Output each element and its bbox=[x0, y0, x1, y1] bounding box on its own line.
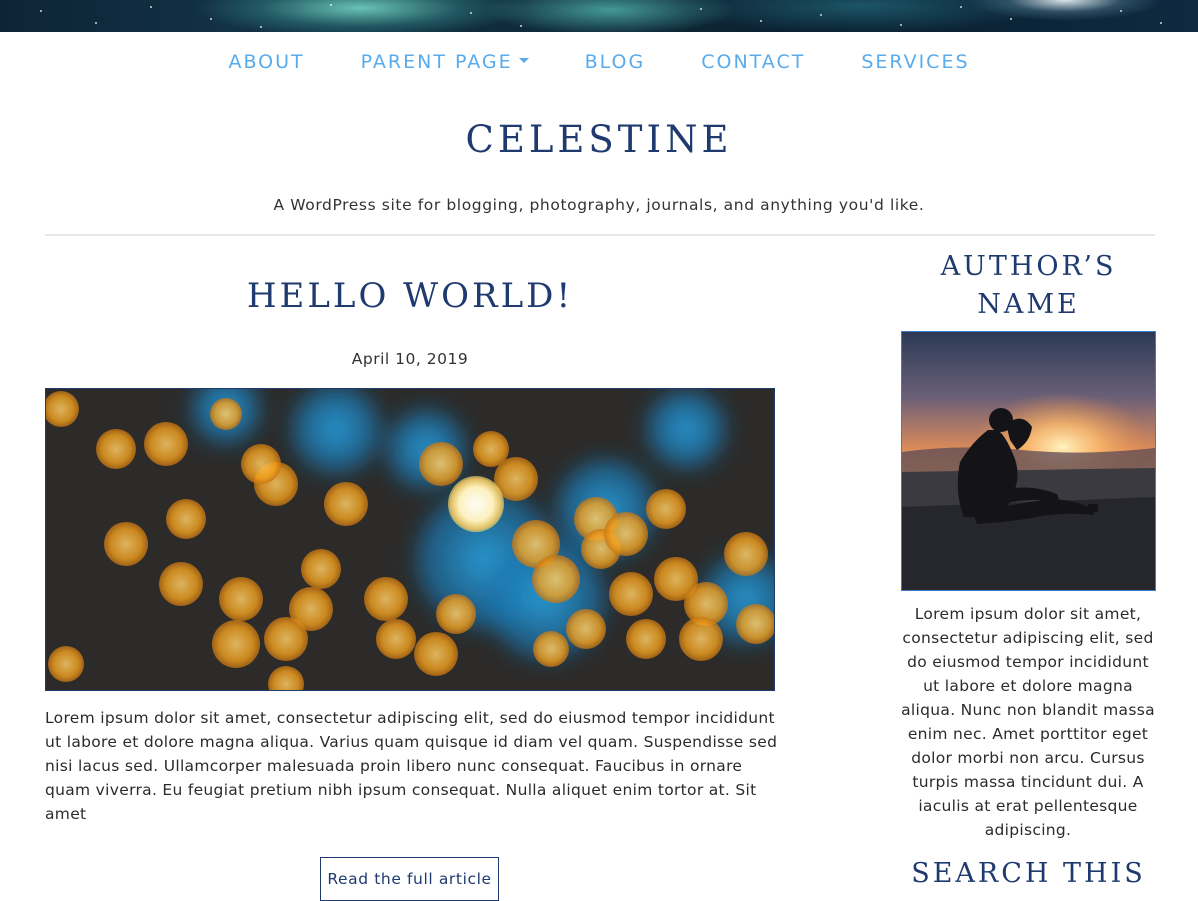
star-decoration bbox=[900, 24, 902, 26]
post-excerpt: Lorem ipsum dolor sit amet, consectetur … bbox=[45, 709, 778, 823]
nav-item-about[interactable]: ABOUT bbox=[228, 51, 304, 73]
bokeh-light bbox=[324, 482, 368, 526]
star-decoration bbox=[820, 14, 822, 16]
bokeh-light bbox=[212, 620, 260, 668]
author-photo bbox=[901, 331, 1156, 591]
star-decoration bbox=[520, 25, 522, 27]
search-widget-heading: SEARCH THIS bbox=[911, 858, 1146, 889]
nav-item-label: SERVICES bbox=[861, 51, 970, 73]
post-title[interactable]: HELLO WORLD! bbox=[45, 276, 775, 316]
bokeh-light bbox=[289, 587, 333, 631]
author-bio: Lorem ipsum dolor sit amet, consectetur … bbox=[901, 605, 1155, 839]
author-silhouette-image bbox=[902, 332, 1155, 590]
bokeh-light bbox=[626, 619, 666, 659]
star-decoration bbox=[760, 20, 762, 22]
bokeh-light bbox=[210, 398, 242, 430]
star-decoration bbox=[260, 26, 262, 28]
star-decoration bbox=[40, 10, 42, 12]
bokeh-lights-image bbox=[46, 389, 774, 690]
star-decoration bbox=[470, 12, 472, 14]
bokeh-light bbox=[604, 512, 648, 556]
nav-item-services[interactable]: SERVICES bbox=[861, 51, 969, 73]
bokeh-light bbox=[48, 646, 84, 682]
star-decoration bbox=[960, 6, 962, 8]
star-decoration bbox=[95, 22, 97, 24]
nav-item-label: CONTACT bbox=[701, 51, 806, 73]
nav-item-label: BLOG bbox=[584, 51, 646, 73]
bokeh-light bbox=[679, 617, 723, 661]
header-divider bbox=[45, 234, 1155, 236]
bokeh-light bbox=[219, 577, 263, 621]
bokeh-light bbox=[533, 631, 569, 667]
bokeh-light bbox=[419, 442, 463, 486]
site-tagline: A WordPress site for blogging, photograp… bbox=[273, 196, 925, 214]
nav-item-label: PARENT PAGE bbox=[360, 51, 513, 73]
nav-item-parent-page[interactable]: PARENT PAGE bbox=[361, 51, 529, 73]
nav-item-contact[interactable]: CONTACT bbox=[701, 51, 805, 73]
caret-down-icon bbox=[518, 57, 529, 63]
read-more-button[interactable]: Read the full article bbox=[320, 857, 499, 901]
star-decoration bbox=[1010, 18, 1012, 20]
bokeh-light bbox=[301, 549, 341, 589]
star-decoration bbox=[700, 8, 702, 10]
bokeh-light bbox=[609, 572, 653, 616]
bokeh-light bbox=[473, 431, 509, 467]
site-title[interactable]: CELESTINE bbox=[0, 118, 1198, 161]
header-banner-image bbox=[0, 0, 1198, 32]
star-decoration bbox=[1160, 22, 1162, 24]
nav-item-blog[interactable]: BLOG bbox=[585, 51, 646, 73]
star-decoration bbox=[1120, 10, 1122, 12]
bokeh-light bbox=[241, 444, 281, 484]
author-heading: AUTHOR’S NAME bbox=[940, 251, 1117, 320]
bokeh-light bbox=[159, 562, 203, 606]
bokeh-light bbox=[724, 532, 768, 576]
star-decoration bbox=[330, 4, 332, 6]
bokeh-light bbox=[566, 609, 606, 649]
star-decoration bbox=[150, 6, 152, 8]
main-navigation: ABOUT PARENT PAGE BLOG CONTACT SERVICES bbox=[0, 32, 1198, 92]
bokeh-light bbox=[364, 577, 408, 621]
post-featured-image[interactable] bbox=[45, 388, 775, 691]
bokeh-light bbox=[414, 632, 458, 676]
bokeh-light bbox=[96, 429, 136, 469]
bokeh-light bbox=[104, 522, 148, 566]
bokeh-light bbox=[376, 619, 416, 659]
bokeh-light bbox=[144, 422, 188, 466]
nav-item-label: ABOUT bbox=[228, 51, 305, 73]
post-date: April 10, 2019 bbox=[351, 350, 469, 368]
bokeh-light bbox=[532, 555, 580, 603]
bokeh-light bbox=[646, 489, 686, 529]
bokeh-light bbox=[166, 499, 206, 539]
bokeh-light bbox=[436, 594, 476, 634]
star-decoration bbox=[210, 18, 212, 20]
